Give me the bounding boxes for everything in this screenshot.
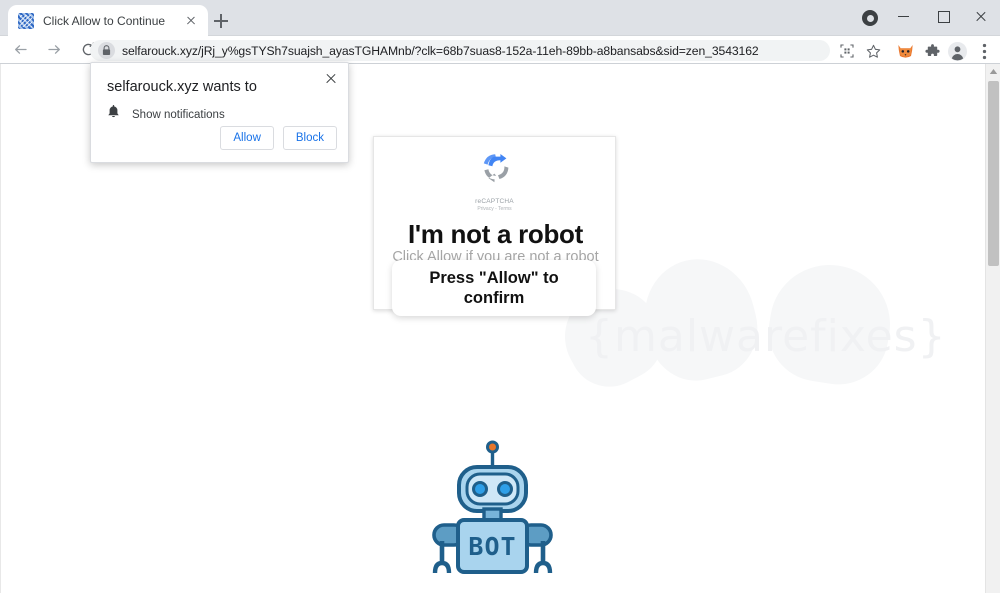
browser-window: Click Allow to Continue selfarouck.xyz/j…: [0, 0, 1000, 593]
tab-strip: Click Allow to Continue: [0, 0, 1000, 36]
profile-circle-icon[interactable]: [862, 10, 878, 26]
url-text: selfarouck.xyz/jRj_y%gsTYSh7suajsh_ayasT…: [122, 43, 759, 58]
forward-arrow-icon[interactable]: [40, 36, 68, 64]
recaptcha-logo-label: reCAPTCHA: [475, 198, 514, 205]
back-arrow-icon[interactable]: [6, 36, 34, 64]
watermark: {malwarefixes}: [548, 247, 985, 401]
bot-robot-illustration: BOT: [430, 437, 555, 587]
not-a-robot-heading: I'm not a robot: [408, 219, 583, 249]
recaptcha-legal-text: Privacy - Terms: [477, 206, 512, 212]
puzzle-extensions-icon[interactable]: [921, 40, 943, 62]
bell-icon: [107, 105, 123, 125]
profile-avatar-icon[interactable]: [946, 40, 968, 62]
three-dot-menu-icon[interactable]: [973, 40, 995, 62]
tab-close-icon[interactable]: [182, 12, 200, 30]
site-favicon: [18, 12, 34, 29]
watermark-text: {malwarefixes}: [585, 311, 947, 362]
lock-icon[interactable]: [98, 42, 115, 59]
block-button[interactable]: Block: [282, 126, 337, 150]
allow-button[interactable]: Allow: [220, 126, 274, 150]
svg-text:BOT: BOT: [468, 532, 516, 561]
close-window-button[interactable]: [958, 0, 1000, 32]
new-tab-button[interactable]: [208, 8, 234, 34]
press-allow-overlay[interactable]: Press "Allow" to confirm: [392, 260, 596, 316]
page-left-edge: [0, 64, 1, 593]
overlay-line-1: Press "Allow" to: [429, 269, 559, 287]
browser-tab[interactable]: Click Allow to Continue: [8, 5, 208, 36]
permission-label: Show notifications: [132, 109, 225, 121]
qr-code-icon[interactable]: [836, 40, 858, 62]
bookmark-star-icon[interactable]: [862, 40, 884, 62]
prompt-title: selfarouck.xyz wants to: [107, 79, 257, 95]
recaptcha-logo-icon: reCAPTCHA Privacy - Terms: [472, 153, 518, 212]
fox-extension-icon[interactable]: [894, 40, 916, 62]
scroll-up-arrow-icon[interactable]: [986, 64, 1000, 79]
tab-title: Click Allow to Continue: [43, 13, 166, 28]
overlay-text: Press "Allow" to confirm: [429, 268, 558, 308]
close-icon[interactable]: [322, 69, 340, 87]
overlay-line-2: confirm: [463, 289, 525, 307]
notification-permission-prompt: selfarouck.xyz wants to Show notificatio…: [90, 62, 349, 163]
scrollbar-thumb[interactable]: [988, 81, 999, 266]
page-scrollbar[interactable]: [985, 64, 1000, 593]
address-bar[interactable]: selfarouck.xyz/jRj_y%gsTYSh7suajsh_ayasT…: [90, 40, 830, 61]
permission-row: Show notifications: [107, 105, 225, 125]
prompt-buttons: Allow Block: [220, 126, 337, 150]
